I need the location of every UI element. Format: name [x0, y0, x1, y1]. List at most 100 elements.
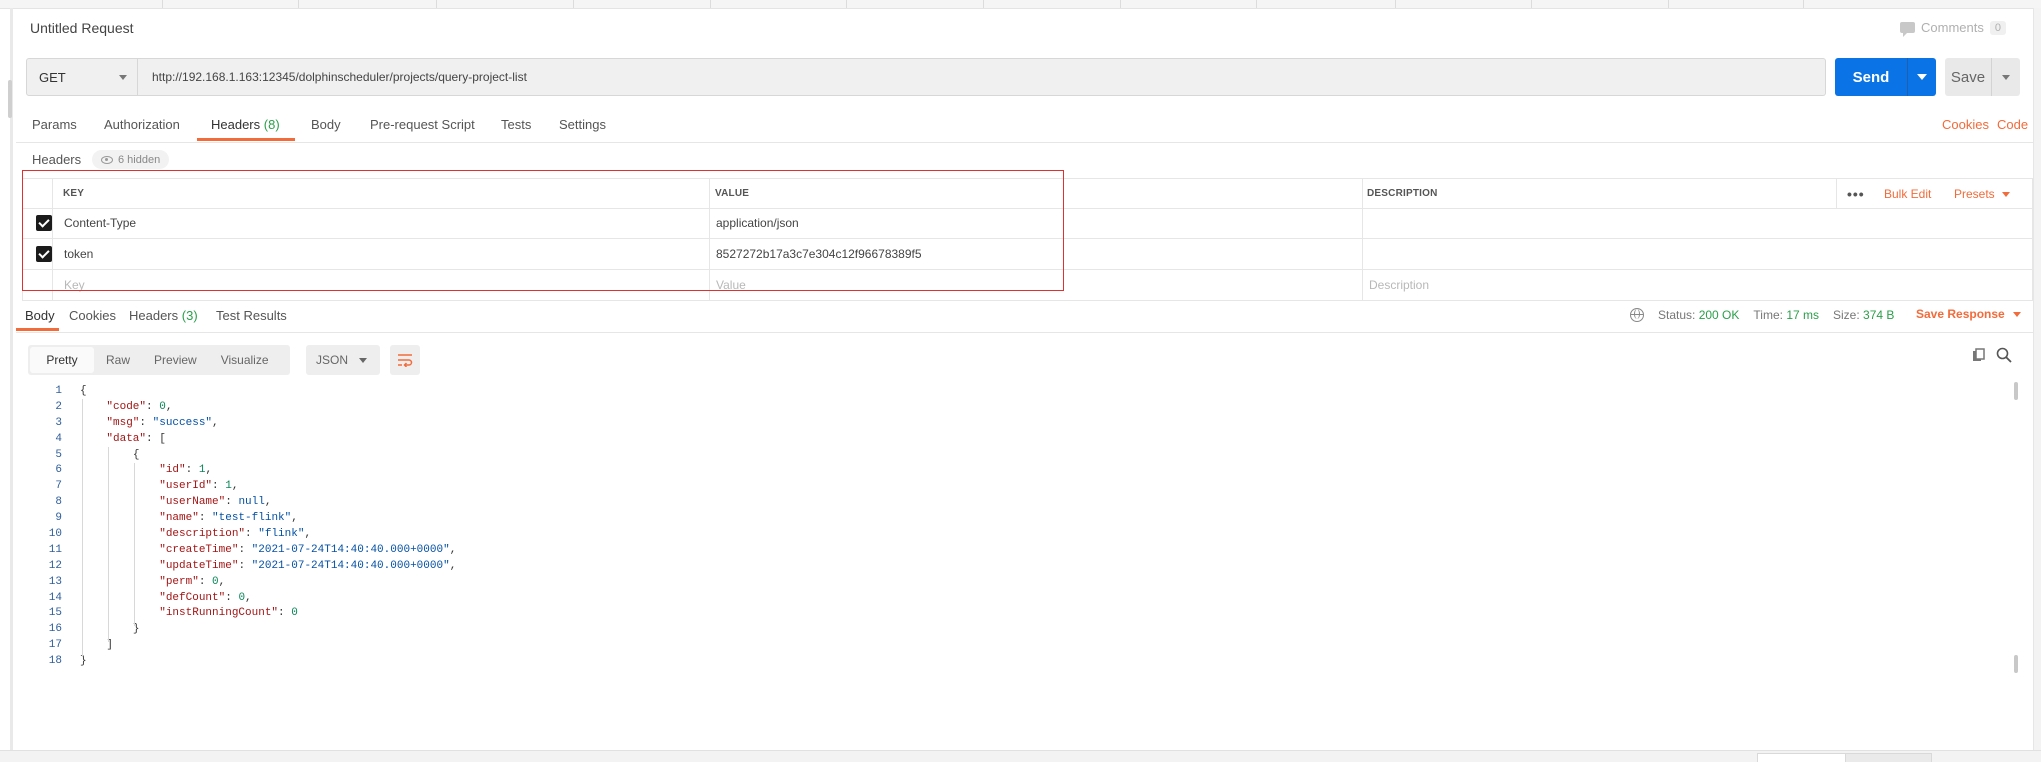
search-icon[interactable]: [1996, 347, 2012, 363]
tab-label: Tests: [501, 117, 532, 132]
response-body-code[interactable]: { "code": 0, "msg": "success", "data": […: [80, 384, 456, 670]
sidebar-resize-handle[interactable]: [8, 80, 12, 118]
code-line: {: [80, 385, 87, 397]
new-key-input[interactable]: Key: [64, 269, 85, 300]
save-response-dropdown[interactable]: Save Response: [1916, 307, 2021, 321]
language-value: JSON: [316, 353, 349, 367]
header-value-cell[interactable]: application/json: [716, 207, 799, 238]
open-request-tab[interactable]: [1120, 0, 1121, 8]
tab-label: Cookies: [69, 308, 116, 323]
response-tab-headers[interactable]: Headers (3): [129, 308, 198, 323]
code-line: }: [132, 623, 140, 636]
open-request-tab[interactable]: [298, 0, 299, 8]
send-button[interactable]: Send: [1835, 58, 1907, 96]
line-number: 1: [55, 385, 62, 397]
page-scrollbar[interactable]: [2033, 8, 2041, 753]
bulk-edit-button[interactable]: Bulk Edit: [1884, 179, 1931, 208]
indent-guide: [82, 399, 83, 657]
code-scrollbar-thumb[interactable]: [2014, 382, 2018, 400]
tab-label: Body: [25, 308, 55, 323]
size-value[interactable]: 374 B: [1863, 308, 1894, 322]
code-line: {: [132, 448, 140, 461]
table-row: Content-Type application/json: [22, 207, 2033, 239]
open-request-tab[interactable]: [1256, 0, 1257, 8]
checkbox-checked-icon: [36, 245, 52, 262]
tab-tests[interactable]: Tests: [501, 117, 531, 132]
request-title[interactable]: Untitled Request: [30, 20, 134, 36]
new-description-input[interactable]: Description: [1369, 269, 1429, 300]
code-scrollbar-marker: [2014, 655, 2018, 673]
open-request-tab[interactable]: [1531, 0, 1532, 8]
eye-icon: [101, 155, 113, 164]
line-number: 17: [48, 639, 62, 652]
time-label: Time:: [1753, 308, 1783, 322]
tab-body[interactable]: Body: [311, 117, 341, 132]
tab-authorization[interactable]: Authorization: [104, 117, 180, 132]
comments-button[interactable]: Comments 0: [1900, 20, 2006, 37]
open-request-tab[interactable]: [846, 0, 847, 8]
tab-label: Params: [32, 117, 77, 132]
tab-params[interactable]: Params: [32, 117, 77, 132]
raw-button[interactable]: Raw: [94, 347, 142, 373]
more-options-button[interactable]: •••: [1847, 179, 1865, 208]
line-number: 12: [48, 559, 62, 572]
open-request-tab[interactable]: [983, 0, 984, 8]
tab-label: Pre-request Script: [370, 117, 475, 132]
header-key-cell[interactable]: Content-Type: [64, 207, 136, 238]
pretty-button[interactable]: Pretty: [30, 347, 94, 373]
line-number: 11: [48, 543, 62, 556]
send-options-button[interactable]: [1907, 58, 1936, 96]
response-tab-test-results[interactable]: Test Results: [216, 308, 287, 323]
checkbox-checked-icon: [36, 214, 52, 231]
save-options-button[interactable]: [1991, 58, 2020, 96]
url-input[interactable]: http://192.168.1.163:12345/dolphinschedu…: [138, 58, 1826, 96]
header-key-cell[interactable]: token: [64, 238, 93, 269]
table-header-row: KEY VALUE DESCRIPTION ••• Bulk Edit Pres…: [22, 178, 2033, 209]
bulk-edit-label: Bulk Edit: [1884, 186, 1932, 201]
header-value-cell[interactable]: 8527272b17a3c7e304c12f96678389f5: [716, 238, 922, 269]
globe-icon[interactable]: [1630, 308, 1644, 322]
open-request-tab[interactable]: [573, 0, 574, 8]
visualize-button[interactable]: Visualize: [209, 347, 281, 373]
save-button[interactable]: Save: [1945, 58, 1991, 96]
open-request-tab[interactable]: [1803, 0, 1804, 8]
chevron-down-icon: [359, 358, 367, 363]
copy-icon[interactable]: [1972, 348, 1986, 362]
chevron-down-icon: [1917, 74, 1927, 80]
tab-settings[interactable]: Settings: [559, 117, 606, 132]
status-label: Status:: [1658, 308, 1696, 322]
open-request-tab[interactable]: [1668, 0, 1669, 8]
open-request-tab[interactable]: [162, 0, 163, 8]
tab-pre-request-script[interactable]: Pre-request Script: [370, 117, 475, 132]
column-header-key: KEY: [63, 188, 85, 199]
chevron-down-icon: [2001, 191, 2010, 197]
response-tab-cookies[interactable]: Cookies: [69, 308, 116, 323]
tab-headers[interactable]: Headers (8): [211, 117, 280, 132]
hidden-headers-toggle[interactable]: 6 hidden: [92, 150, 170, 169]
method-select[interactable]: GET: [26, 58, 138, 96]
new-value-input[interactable]: Value: [716, 269, 746, 300]
wrap-lines-button[interactable]: [390, 345, 420, 375]
response-tab-body[interactable]: Body: [25, 308, 55, 323]
tab-count: (8): [263, 117, 280, 132]
column-header-value: VALUE: [715, 188, 750, 199]
comments-label: Comments: [1921, 20, 1984, 35]
code-line: "code": 0,: [106, 400, 173, 413]
time-value[interactable]: 17 ms: [1786, 308, 1819, 322]
preview-button[interactable]: Preview: [142, 347, 209, 373]
open-request-tab[interactable]: [436, 0, 437, 8]
cookies-link[interactable]: Cookies: [1942, 117, 1989, 132]
header-enabled-checkbox[interactable]: [36, 207, 52, 238]
indent-guide: [108, 447, 109, 642]
status-value[interactable]: 200 OK: [1699, 308, 1740, 322]
code-line: "name": "test-flink",: [159, 512, 298, 525]
open-request-tab[interactable]: [710, 0, 711, 8]
open-request-tab[interactable]: [1395, 0, 1396, 8]
status-bar: [0, 750, 2041, 762]
header-enabled-checkbox[interactable]: [36, 238, 52, 269]
language-select[interactable]: JSON: [306, 345, 380, 375]
code-link[interactable]: Code: [1997, 117, 2028, 132]
code-line: "data": [: [106, 432, 166, 445]
presets-dropdown[interactable]: Presets: [1954, 179, 2010, 208]
comments-count: 0: [1989, 20, 2006, 35]
